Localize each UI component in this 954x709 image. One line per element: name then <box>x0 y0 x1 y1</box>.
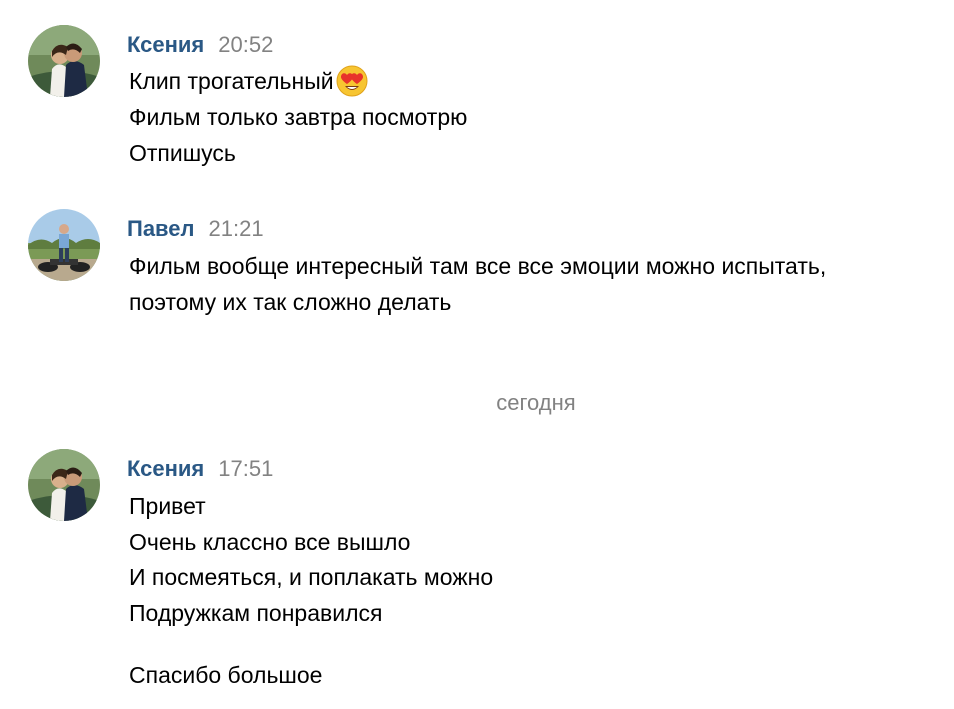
message-line: поэтому их так сложно делать <box>129 289 452 315</box>
message-line: Фильм вообще интересный там все все эмоц… <box>129 253 827 279</box>
message-time: 20:52 <box>218 32 274 57</box>
author-name[interactable]: Павел <box>127 216 195 242</box>
message-line: Отпишусь <box>129 140 236 166</box>
message-line: Фильм только завтра посмотрю <box>129 104 468 130</box>
author-name[interactable]: Ксения <box>127 32 204 58</box>
avatar-kseniya[interactable] <box>28 449 100 521</box>
message-header: Павел 21:21 <box>127 216 264 242</box>
message-line: И посмеяться, и поплакать можно <box>129 564 494 590</box>
avatar-photo-icon <box>28 25 100 97</box>
message-header: Ксения 17:51 <box>127 456 273 482</box>
message-text: Клип трогательный <box>129 68 334 94</box>
date-separator: сегодня <box>496 390 576 415</box>
heart-eyes-emoji-icon <box>335 64 369 98</box>
message-line: Привет <box>129 493 206 519</box>
avatar-pavel[interactable] <box>28 209 100 281</box>
message-line: Подружкам понравился <box>129 600 383 626</box>
avatar-photo-icon <box>28 449 100 521</box>
avatar-photo-icon <box>28 209 100 281</box>
avatar-kseniya[interactable] <box>28 25 100 97</box>
message-time: 21:21 <box>208 216 264 241</box>
message-line: Спасибо большое <box>129 662 323 688</box>
message-time: 17:51 <box>218 456 274 481</box>
author-name[interactable]: Ксения <box>127 456 204 482</box>
message-line: Очень классно все вышло <box>129 529 411 555</box>
message-header: Ксения 20:52 <box>127 32 273 58</box>
message-line: Клип трогательный <box>129 63 369 99</box>
